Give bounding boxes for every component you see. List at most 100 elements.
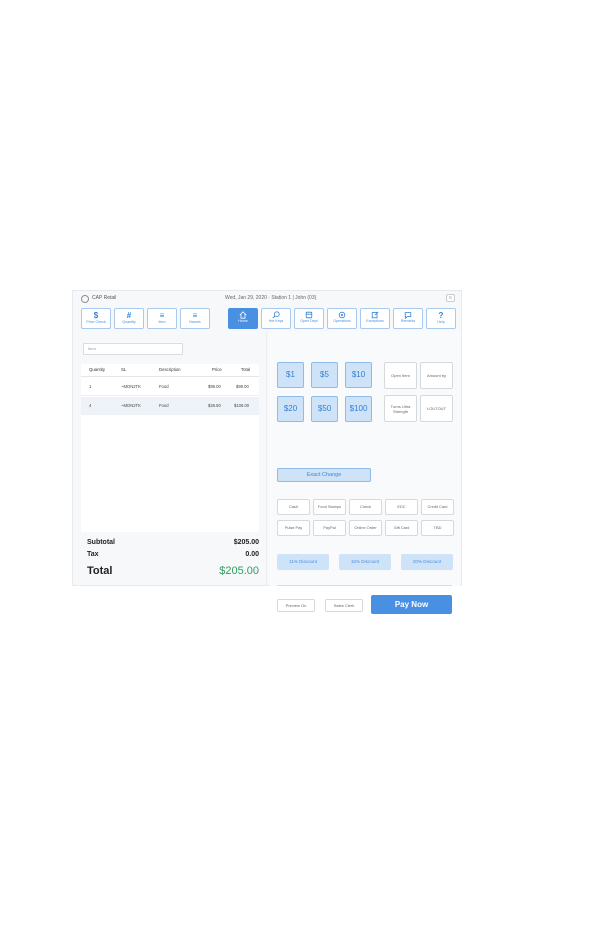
remarks-button[interactable]: Remarks (393, 308, 423, 329)
store-icon (305, 311, 313, 319)
cash-20-button[interactable]: $20 (277, 396, 304, 422)
toolbar: $ Price Check # Quantity ≡ Item ≡ Names … (73, 308, 461, 330)
item-search-input[interactable]: Item (83, 343, 183, 355)
discount-20-button[interactable]: 20% Discount (401, 554, 453, 570)
cell-quantity: 4 (89, 403, 92, 408)
cell-sl: ~MON2TK (121, 384, 141, 389)
sales-clerk-button[interactable]: Sales Clerk (325, 599, 363, 612)
cell-total: $106.00 (234, 403, 250, 408)
header-price: Price (212, 367, 222, 372)
credit-card-button[interactable]: Credit Card (421, 499, 454, 515)
list-icon: ≡ (192, 311, 198, 320)
discount-11-button[interactable]: 11% Discount (277, 554, 329, 570)
quantity-button[interactable]: # Quantity (114, 308, 144, 329)
cell-description: Food (159, 384, 169, 389)
total-line: Total $205.00 (87, 565, 259, 581)
header-description: Description (159, 367, 181, 372)
tax-value: 0.00 (245, 551, 259, 558)
title-bar: CAP Retail Wed, Jan 29, 2020 · Station 1… (73, 291, 461, 307)
subtotal-label: Subtotal (87, 539, 115, 546)
cell-description: Food (159, 403, 169, 408)
cash-50-button[interactable]: $50 (311, 396, 338, 422)
cell-price: $26.50 (208, 403, 221, 408)
online-order-button[interactable]: Online Order (349, 520, 382, 536)
names-button[interactable]: ≡ Names (180, 308, 210, 329)
hot-keys-label: Hot Keys (268, 319, 284, 323)
loutout-label: LOUTOUT (426, 406, 447, 411)
cash-10-button[interactable]: $10 (345, 362, 372, 388)
cell-sl: ~MON2TK (121, 403, 141, 408)
total-label: Total (87, 565, 113, 577)
list-icon: ≡ (159, 311, 165, 320)
header-total: Total (241, 367, 251, 372)
open-dept-button[interactable]: Open Dept (294, 308, 324, 329)
hot-keys-button[interactable]: Hot Keys (261, 308, 291, 329)
table-row[interactable]: 4 ~MON2TK Food $26.50 $106.00 (81, 397, 259, 415)
home-icon (239, 311, 247, 319)
station-status: Wed, Jan 29, 2020 · Station 1 | John (03… (225, 295, 317, 301)
home-label: Home (238, 319, 248, 323)
subtotal-value: $205.00 (233, 539, 259, 546)
subtotal-line: Subtotal $205.00 (87, 539, 259, 551)
table-header: Quantity SL Description Price Total (81, 364, 259, 377)
app-logo-icon (81, 295, 89, 303)
exceptions-button[interactable]: Exceptions (360, 308, 390, 329)
amount-by-button[interactable]: Amount by (420, 362, 453, 389)
header-sl: SL (121, 367, 127, 372)
cash-1-button[interactable]: $1 (277, 362, 304, 388)
item-button[interactable]: ≡ Item (147, 308, 177, 329)
loutout-button[interactable]: LOUTOUT (420, 395, 453, 422)
preview-on-button[interactable]: Preview On (277, 599, 315, 612)
amount-by-label: Amount by (426, 373, 447, 378)
pulse-pay-button[interactable]: Pulse Pay (277, 520, 310, 536)
dollar-icon: $ (93, 311, 99, 320)
open-dept-label: Open Dept (300, 319, 318, 323)
search-icon (272, 311, 280, 319)
app-name: CAP Retail (92, 295, 117, 301)
pay-now-button[interactable]: Pay Now (371, 595, 452, 614)
help-button[interactable]: ? Help (426, 308, 456, 329)
exceptions-label: Exceptions (366, 319, 384, 323)
help-label: Help (437, 320, 445, 324)
tax-line: Tax 0.00 (87, 551, 259, 563)
turns-ultra-button[interactable]: Turns Ultra Strength (384, 395, 417, 422)
pos-window: CAP Retail Wed, Jan 29, 2020 · Station 1… (72, 290, 462, 614)
check-button[interactable]: Check (349, 499, 382, 515)
help-icon: ? (438, 311, 444, 320)
payment-panel: $1 $5 $10 $20 $50 $100 Open Item Amount … (269, 331, 461, 614)
home-button[interactable]: Home (228, 308, 258, 329)
cash-100-button[interactable]: $100 (345, 396, 372, 422)
food-stamps-button[interactable]: Food Stamps (313, 499, 346, 515)
total-value: $205.00 (219, 565, 259, 577)
cell-total: $99.00 (236, 384, 249, 389)
tax-label: Tax (87, 551, 99, 558)
gear-icon (338, 311, 346, 319)
cash-5-button[interactable]: $5 (311, 362, 338, 388)
header-quantity: Quantity (89, 367, 106, 372)
price-check-button[interactable]: $ Price Check (81, 308, 111, 329)
operations-label: Operations (333, 319, 351, 323)
cell-price: $99.00 (208, 384, 221, 389)
hash-icon: # (126, 311, 132, 320)
table-row[interactable]: 1 ~MON2TK Food $99.00 $99.00 (81, 378, 259, 396)
edc-button[interactable]: EDC (385, 499, 418, 515)
order-totals: Subtotal $205.00 Tax 0.00 Total $205.00 (87, 539, 259, 581)
remarks-label: Remarks (400, 319, 416, 323)
tbd-button[interactable]: TBD (421, 520, 454, 536)
paypal-button[interactable]: PayPal (313, 520, 346, 536)
operations-button[interactable]: Operations (327, 308, 357, 329)
refresh-button[interactable]: ↻ (446, 294, 455, 302)
turns-ultra-label: Turns Ultra Strength (390, 403, 411, 414)
open-item-label: Open Item (391, 373, 410, 378)
open-item-button[interactable]: Open Item (384, 362, 417, 389)
item-label: Item (158, 320, 166, 324)
quantity-label: Quantity (122, 320, 136, 324)
exact-change-button[interactable]: Exact Change (277, 468, 371, 482)
names-label: Names (189, 320, 201, 324)
panel-divider (266, 331, 267, 586)
footer-divider (277, 585, 452, 586)
cash-tender-button[interactable]: Cash (277, 499, 310, 515)
gift-card-button[interactable]: Gift Card (385, 520, 418, 536)
cell-quantity: 1 (89, 384, 92, 389)
discount-15-button[interactable]: 15% Discount (339, 554, 391, 570)
